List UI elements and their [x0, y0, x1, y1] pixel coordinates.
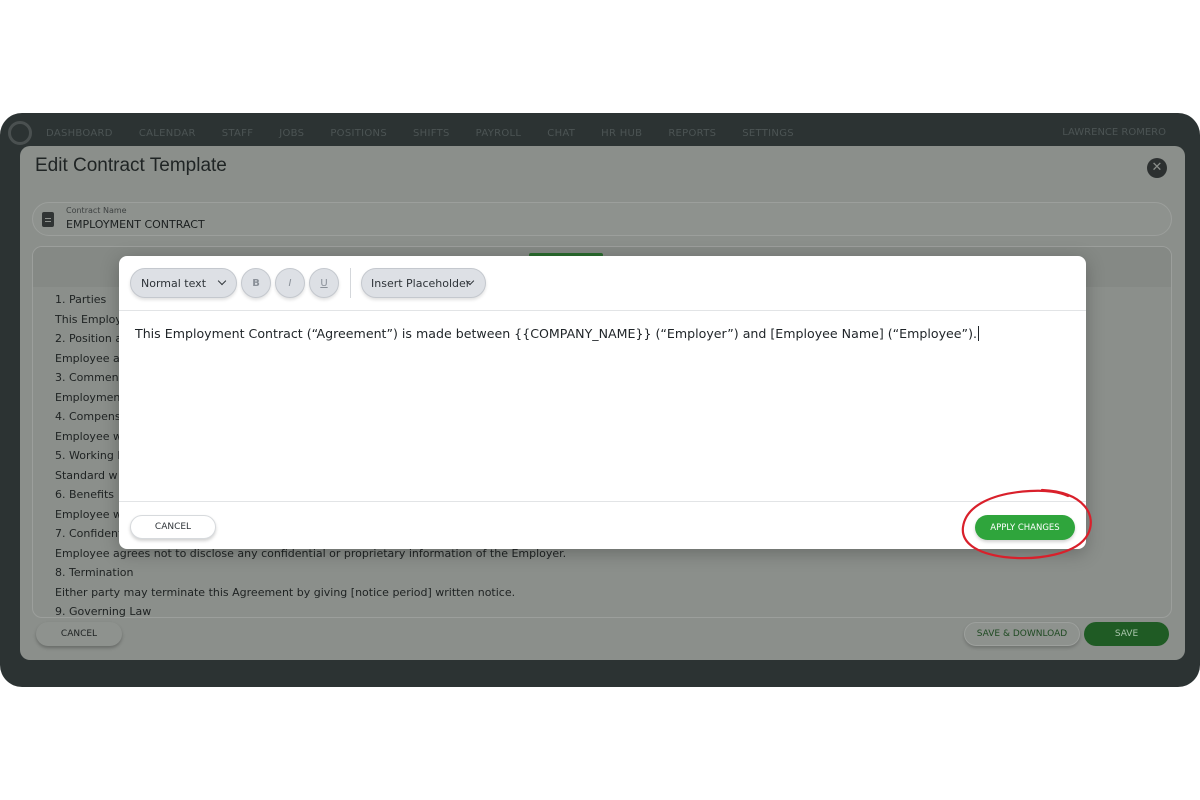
- annotation-circle: [961, 488, 1092, 560]
